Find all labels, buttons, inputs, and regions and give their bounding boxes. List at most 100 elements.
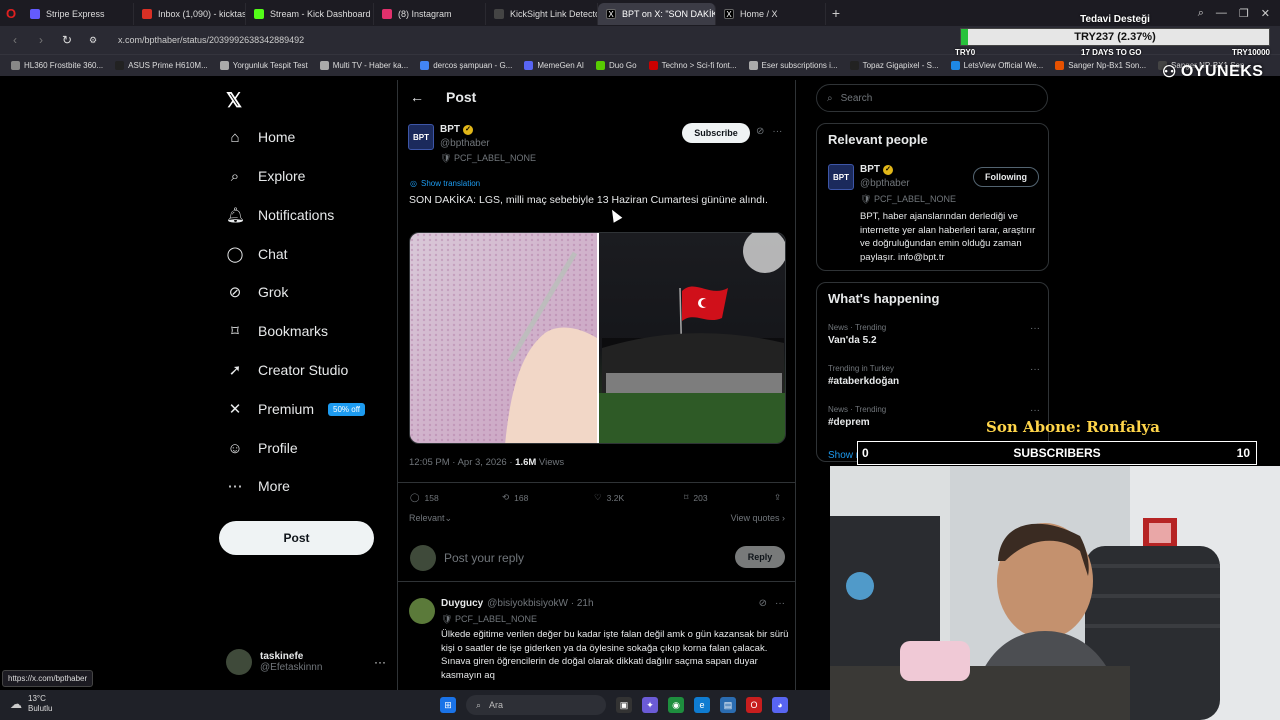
bookmark-item[interactable]: Multi TV - Haber ka... [315, 61, 413, 70]
grok-icon[interactable]: ⊘ [756, 126, 764, 137]
search-input[interactable]: ⌕ Search [816, 84, 1048, 112]
back-arrow-icon[interactable]: ← [410, 89, 424, 105]
tab-home-x[interactable]: X Home / X [716, 3, 826, 25]
opera-logo-icon[interactable]: O [0, 0, 22, 26]
back-icon[interactable]: ‹ [8, 33, 22, 47]
more-icon[interactable]: ··· [1030, 405, 1040, 416]
tab-inbox[interactable]: Inbox (1,090) - kicktaskin [134, 3, 246, 25]
author-handle[interactable]: @bpthaber [440, 138, 490, 149]
repost-action[interactable]: ⟲ 168 [502, 492, 594, 503]
copilot-icon[interactable]: ✦ [642, 697, 658, 713]
opera-icon[interactable]: O [746, 697, 762, 713]
subscribe-button[interactable]: Subscribe [682, 123, 750, 143]
person-bio: BPT, haber ajanslarından derlediği ve in… [860, 211, 1036, 263]
trend-item[interactable]: News · Trending Van'da 5.2 ··· [828, 323, 1040, 346]
nav-explore[interactable]: ⌕ Explore [226, 158, 306, 194]
views-count: 1.6M [515, 457, 537, 468]
home-icon: ⌂ [230, 128, 240, 146]
sort-dropdown[interactable]: Relevant⌄ [409, 513, 452, 524]
bookmark-favicon-icon [950, 61, 960, 70]
post-media[interactable] [409, 232, 786, 444]
show-translation-link[interactable]: ◎ Show translation [410, 179, 480, 188]
url-field[interactable]: x.com/bpthaber/status/203999263834288949… [118, 35, 304, 45]
rocket-icon: ➚ [228, 362, 242, 379]
like-action[interactable]: ♡ 3.2K [594, 492, 684, 503]
reply-action[interactable]: ◯ 158 [410, 492, 502, 503]
bookmark-favicon-icon [748, 61, 758, 70]
forward-icon[interactable]: › [34, 33, 48, 47]
person-name[interactable]: BPT ✓ [860, 164, 893, 175]
reload-icon[interactable]: ↻ [60, 33, 74, 47]
post-meta: 12:05 PM · Apr 3, 2026 · 1.6M Views [409, 457, 565, 468]
share-action[interactable]: ⇪ [774, 492, 781, 503]
x-logo-icon[interactable]: 𝕏 [226, 88, 242, 113]
reply-button[interactable]: Reply [735, 546, 785, 568]
bookmark-item[interactable]: MemeGen AI [519, 61, 589, 70]
latest-subscriber: Son Abone: Ronfalya [986, 418, 1160, 436]
tab-kicksight[interactable]: KickSight Link Detector [486, 3, 598, 25]
comment-item[interactable]: Duygucy @bisiyokbisiyokW · 21h 🛡︎ PCF_LAB… [398, 590, 795, 690]
bookmark-action[interactable]: ⌑ 203 [684, 492, 774, 503]
more-icon[interactable]: ··· [775, 598, 785, 609]
more-icon[interactable]: ··· [374, 655, 386, 669]
reply-composer: Post your reply Reply [398, 534, 795, 582]
bookmark-item[interactable]: LetsView Official We... [946, 61, 1049, 70]
bookmark-item[interactable]: Duo Go [591, 61, 642, 70]
bookmark-favicon-icon [219, 61, 229, 70]
reply-input[interactable]: Post your reply [444, 551, 524, 565]
bookmark-item[interactable]: Yorgunluk Tespit Test [215, 61, 313, 70]
nav-notifications[interactable]: 🔔︎ Notifications [226, 197, 334, 233]
tab-stripe[interactable]: Stripe Express [22, 3, 134, 25]
comment-text: Ülkede eğitime verilen değer bu kadar iş… [441, 629, 789, 681]
discord-icon[interactable]: ◕ [772, 697, 788, 713]
panel-title: Relevant people [828, 132, 928, 147]
following-button[interactable]: Following [973, 167, 1039, 187]
view-quotes-link[interactable]: View quotes › [731, 513, 785, 524]
bookmark-item[interactable]: ASUS Prime H610M... [110, 61, 213, 70]
nav-more[interactable]: ⋯ More [226, 468, 290, 504]
nav-premium[interactable]: ✕ Premium 50% off [226, 391, 365, 427]
more-icon[interactable]: ··· [772, 126, 782, 137]
nav-creator-studio[interactable]: ➚ Creator Studio [226, 352, 349, 388]
post-text: SON DAKİKA: LGS, milli maç sebebiyle 13 … [409, 194, 768, 206]
grok-icon[interactable]: ⊘ [759, 598, 767, 609]
compose-post-button[interactable]: Post [219, 521, 374, 555]
task-view-icon[interactable]: ▣ [616, 697, 632, 713]
page-title: Post [446, 89, 477, 105]
new-tab-button[interactable]: + [826, 5, 846, 21]
nav-bookmarks[interactable]: ⌑ Bookmarks [226, 313, 328, 349]
store-icon[interactable]: ▤ [720, 697, 736, 713]
bookmark-item[interactable]: dercos şampuan - G... [415, 61, 517, 70]
subscribers-goal-bar: 0 SUBSCRIBERS 10 [857, 441, 1257, 465]
bookmark-item[interactable]: Topaz Gigapixel - S... [845, 61, 944, 70]
site-info-icon[interactable]: ⚙ [86, 35, 100, 46]
account-switcher[interactable]: taskinefe @Efetaskinnn ··· [226, 642, 386, 682]
cloud-icon: ☁ [10, 697, 22, 711]
windows-start-icon[interactable]: ⊞ [440, 697, 456, 713]
tab-kick-dashboard[interactable]: Stream - Kick Dashboard [246, 3, 374, 25]
nav-profile[interactable]: ☺ Profile [226, 430, 297, 466]
comment-author[interactable]: Duygucy @bisiyokbisiyokW · 21h [441, 598, 594, 609]
bookmark-item[interactable]: Sanger Np-Bx1 Son... [1050, 61, 1151, 70]
bookmark-item[interactable]: Eser subscriptions i... [744, 61, 843, 70]
tab-instagram[interactable]: (8) Instagram [374, 3, 486, 25]
main-column: ← Post BPT BPT ✓ @bpthaber 🛡︎ PCF_LABEL_N… [397, 80, 796, 690]
author-name[interactable]: BPT ✓ [440, 124, 473, 135]
more-icon[interactable]: ··· [1030, 323, 1040, 334]
bpt-logo[interactable]: BPT [408, 124, 434, 150]
bookmark-item[interactable]: HL360 Frostbite 360... [6, 61, 108, 70]
author-label: 🛡︎ PCF_LABEL_NONE [440, 153, 536, 163]
trend-item[interactable]: Trending in Turkey #ataberkdoğan ··· [828, 364, 1040, 387]
taskbar-search[interactable]: ⌕ Ara [466, 695, 606, 715]
edge-icon[interactable]: e [694, 697, 710, 713]
more-icon[interactable]: ··· [1030, 364, 1040, 375]
weather-widget[interactable]: ☁ 13°C Bulutlu [10, 694, 52, 714]
nav-chat[interactable]: ◯ Chat [226, 236, 288, 272]
nav-grok[interactable]: ⊘ Grok [226, 274, 289, 310]
bookmark-item[interactable]: Techno > Sci-fi font... [644, 61, 742, 70]
verified-badge-icon: ✓ [883, 164, 893, 175]
chrome-icon[interactable]: ◉ [668, 697, 684, 713]
tab-bpt-post[interactable]: XBPT on X: "SON DAKİKA: l× [598, 3, 716, 25]
nav-home[interactable]: ⌂ Home [226, 119, 295, 155]
bpt-logo[interactable]: BPT [828, 164, 854, 190]
